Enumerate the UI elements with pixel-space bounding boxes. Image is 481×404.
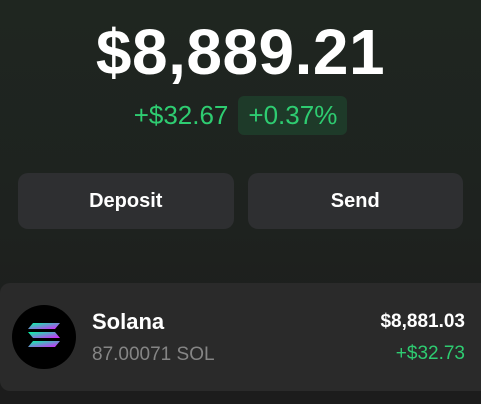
action-buttons: Deposit Send (18, 173, 463, 229)
balance-change-percent-badge: +0.37% (238, 96, 348, 135)
token-avatar (12, 305, 76, 369)
send-button[interactable]: Send (247, 173, 463, 229)
token-amount: 87.00071 SOL (92, 344, 215, 365)
deposit-button[interactable]: Deposit (18, 173, 234, 229)
balance-change-row: +$32.67 +0.37% (0, 96, 481, 135)
token-change: +$32.73 (395, 343, 465, 364)
token-value: $8,881.03 (380, 311, 465, 332)
balance-change-absolute: +$32.67 (133, 100, 229, 130)
token-row-solana[interactable]: Solana 87.00071 SOL $8,881.03 +$32.73 (0, 283, 481, 391)
total-balance: $8,889.21 (95, 16, 386, 88)
solana-logo-icon (27, 321, 61, 354)
token-name: Solana (92, 309, 165, 334)
